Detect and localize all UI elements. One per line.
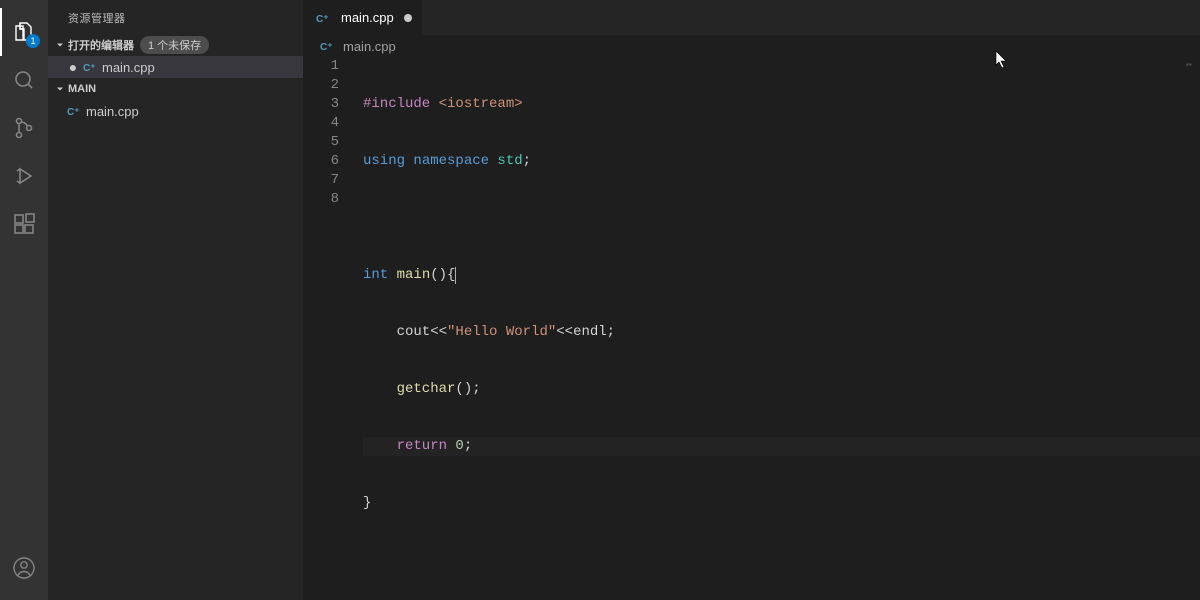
svg-text:C⁺: C⁺ [320,42,333,53]
file-tree-item[interactable]: C⁺ main.cpp [48,100,303,122]
cpp-file-icon: C⁺ [64,102,82,120]
open-editor-filename: main.cpp [102,60,155,75]
dirty-indicator-icon: ● [66,59,80,75]
tab-bar: C⁺ main.cpp [303,0,1200,35]
minimap[interactable]: ▪▪ [1186,60,1198,70]
folder-name: MAIN [68,83,96,95]
svg-text:C⁺: C⁺ [316,14,329,25]
breadcrumb[interactable]: C⁺ main.cpp [303,35,1200,57]
open-editor-item[interactable]: ● C⁺ main.cpp [48,56,303,78]
svg-text:C⁺: C⁺ [67,107,80,118]
accounts-icon[interactable] [0,544,48,592]
folder-header[interactable]: MAIN [48,78,303,100]
cpp-file-icon: C⁺ [317,37,335,55]
tab-label: main.cpp [341,10,394,25]
debug-icon[interactable] [0,152,48,200]
editor-group: C⁺ main.cpp C⁺ main.cpp 1 2 3 4 5 6 7 8 … [303,0,1200,600]
unsaved-badge: 1 个未保存 [140,36,209,54]
cpp-file-icon: C⁺ [80,58,98,76]
code-content[interactable]: #include <iostream> using namespace std;… [353,57,1200,600]
chevron-down-icon [52,39,68,51]
dirty-indicator-icon [404,14,412,22]
search-icon[interactable] [0,56,48,104]
breadcrumb-file: main.cpp [343,39,396,54]
file-tree-filename: main.cpp [86,104,139,119]
open-editors-label: 打开的编辑器 [68,37,134,53]
chevron-down-icon [52,83,68,95]
sidebar-title: 资源管理器 [48,0,303,34]
cpp-file-icon: C⁺ [313,9,331,27]
code-editor[interactable]: 1 2 3 4 5 6 7 8 #include <iostream> usin… [303,57,1200,600]
activity-bar: 1 [0,0,48,600]
explorer-sidebar: 资源管理器 打开的编辑器 1 个未保存 ● C⁺ main.cpp MAIN C… [48,0,303,600]
explorer-badge: 1 [26,34,40,48]
tab-main-cpp[interactable]: C⁺ main.cpp [303,0,423,35]
open-editors-header[interactable]: 打开的编辑器 1 个未保存 [48,34,303,56]
explorer-icon[interactable]: 1 [0,8,48,56]
svg-text:C⁺: C⁺ [83,63,96,74]
extensions-icon[interactable] [0,200,48,248]
line-number-gutter: 1 2 3 4 5 6 7 8 [303,57,353,600]
source-control-icon[interactable] [0,104,48,152]
text-cursor [455,267,456,284]
